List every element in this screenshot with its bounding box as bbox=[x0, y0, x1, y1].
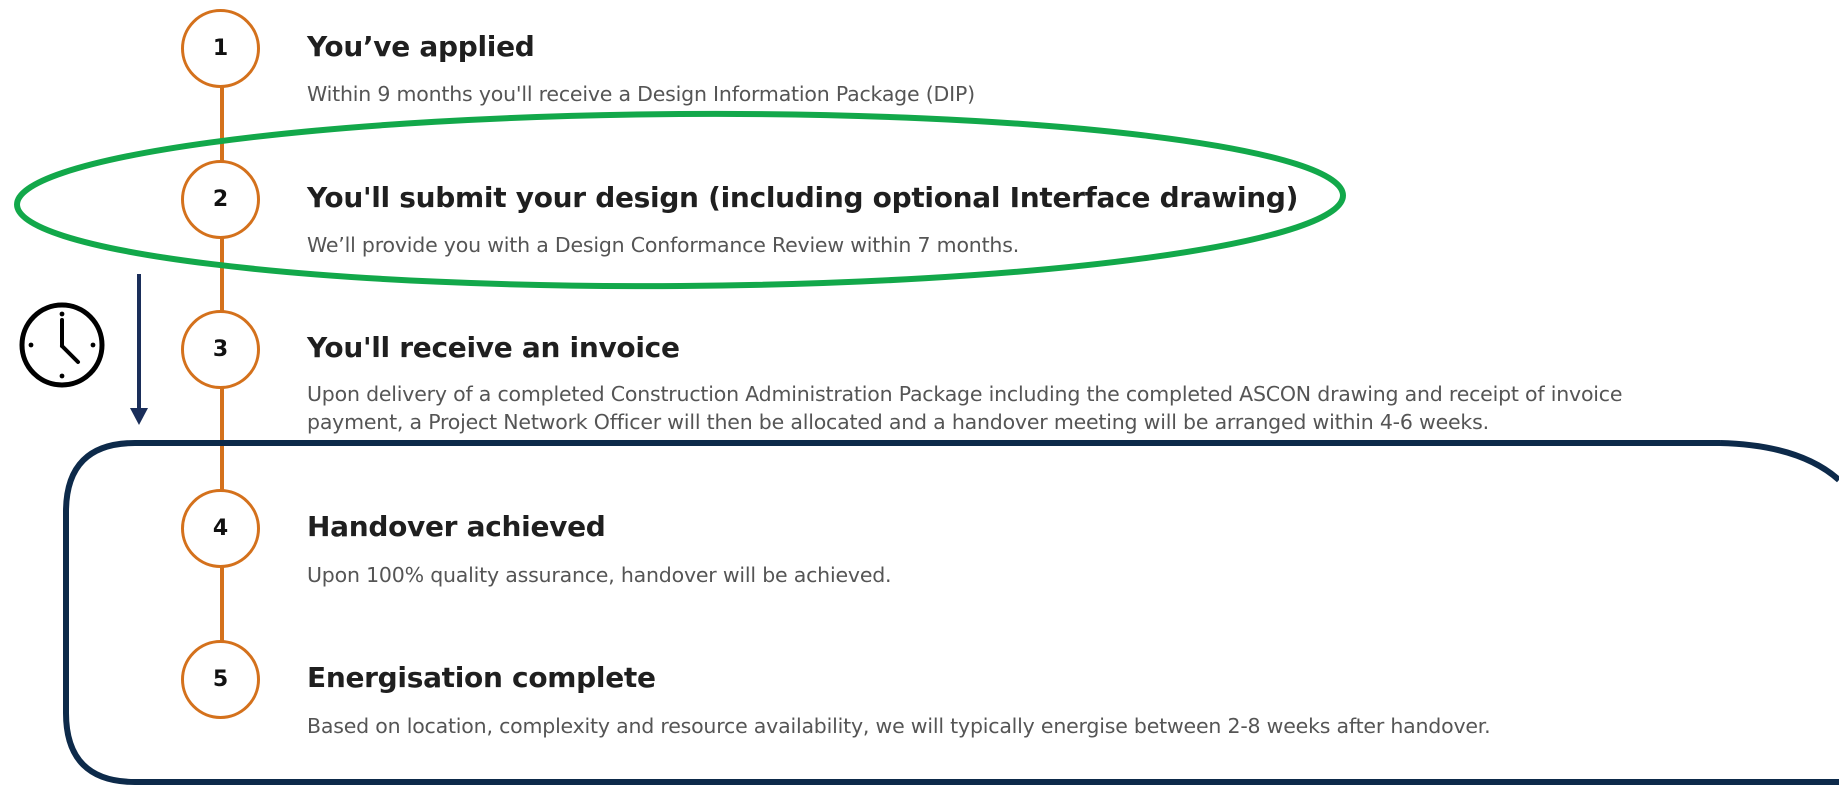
step-1-description: Within 9 months you'll receive a Design … bbox=[307, 82, 975, 106]
step-3-description-line-1: Upon delivery of a completed Constructio… bbox=[307, 382, 1623, 406]
step-4-title: Handover achieved bbox=[307, 510, 606, 543]
step-2-title: You'll submit your design (including opt… bbox=[307, 181, 1299, 214]
step-3-circle: 3 bbox=[181, 310, 260, 389]
step-2-description: We’ll provide you with a Design Conforma… bbox=[307, 233, 1020, 257]
step-1-circle: 1 bbox=[181, 9, 260, 88]
step-number: 5 bbox=[212, 667, 229, 692]
step-5-description: Based on location, complexity and resour… bbox=[307, 714, 1491, 738]
arrow-down-icon bbox=[130, 274, 148, 425]
step-number: 4 bbox=[212, 516, 229, 541]
step-5-circle: 5 bbox=[181, 640, 260, 719]
step-3-description-line-2: payment, a Project Network Officer will … bbox=[307, 410, 1489, 434]
step-2-circle: 2 bbox=[181, 160, 260, 239]
step-4-description: Upon 100% quality assurance, handover wi… bbox=[307, 563, 892, 587]
step-number: 1 bbox=[212, 36, 229, 61]
step-1-title: You’ve applied bbox=[307, 30, 535, 63]
clock-icon bbox=[19, 302, 105, 388]
step-3-description: Upon delivery of a completed Constructio… bbox=[307, 380, 1837, 436]
step-4-circle: 4 bbox=[181, 489, 260, 568]
highlight-box-right-edge bbox=[1719, 440, 1839, 483]
step-3-title: You'll receive an invoice bbox=[307, 331, 680, 364]
step-5-title: Energisation complete bbox=[307, 661, 656, 694]
step-number: 3 bbox=[212, 337, 229, 362]
step-number: 2 bbox=[212, 187, 229, 212]
